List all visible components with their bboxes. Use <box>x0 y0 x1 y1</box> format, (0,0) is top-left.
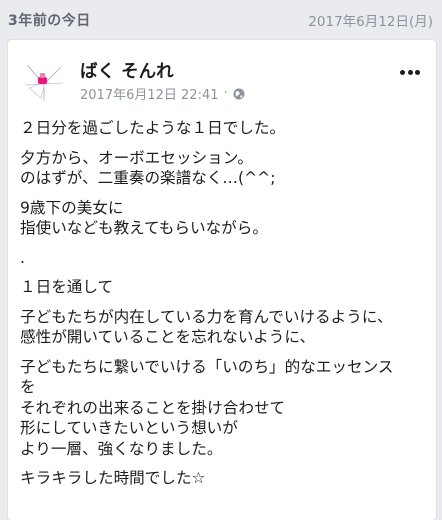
globe-icon <box>233 88 245 100</box>
post-paragraph: １日を通して <box>20 278 114 296</box>
post-paragraph: 子どもたちに繋いでいける「いのち」的なエッセンス を それぞれの出来ることを掛け… <box>20 357 394 458</box>
post-paragraph: 夕方から、オーボエセッション。 のはずが、二重奏の楽譜なく…(^^; <box>20 148 276 188</box>
post-timestamp[interactable]: 2017年6月12日 22:41 <box>80 84 219 103</box>
post-card: ばく そんれ 2017年6月12日 22:41 · ２日分を過ごしたような１日で… <box>8 40 436 520</box>
avatar[interactable] <box>21 58 67 104</box>
post-paragraph: . <box>20 248 25 267</box>
post-paragraph: ２日分を過ごしたような１日でした。 <box>20 119 286 137</box>
post-body: ２日分を過ごしたような１日でした。 夕方から、オーボエセッション。 のはずが、二… <box>20 118 430 498</box>
memories-date: 2017年6月12日(月) <box>308 14 433 30</box>
post-author[interactable]: ばく そんれ <box>80 58 174 83</box>
post-paragraph: 9歳下の美女に 指使いなども教えてもらいながら。 <box>20 198 268 238</box>
post-paragraph: キラキラした時間でした☆ <box>20 469 206 487</box>
post-meta: 2017年6月12日 22:41 · <box>80 84 245 103</box>
post-paragraph: 子どもたちが内在している力を育んでいけるように、 感性が開いていることを忘れない… <box>20 307 393 347</box>
avatar-star-logo <box>24 64 64 101</box>
more-icon[interactable] <box>400 70 420 76</box>
memories-title: 3年前の今日 <box>8 13 91 29</box>
memories-header: 3年前の今日 2017年6月12日(月) <box>0 0 442 40</box>
meta-separator: · <box>223 86 228 101</box>
